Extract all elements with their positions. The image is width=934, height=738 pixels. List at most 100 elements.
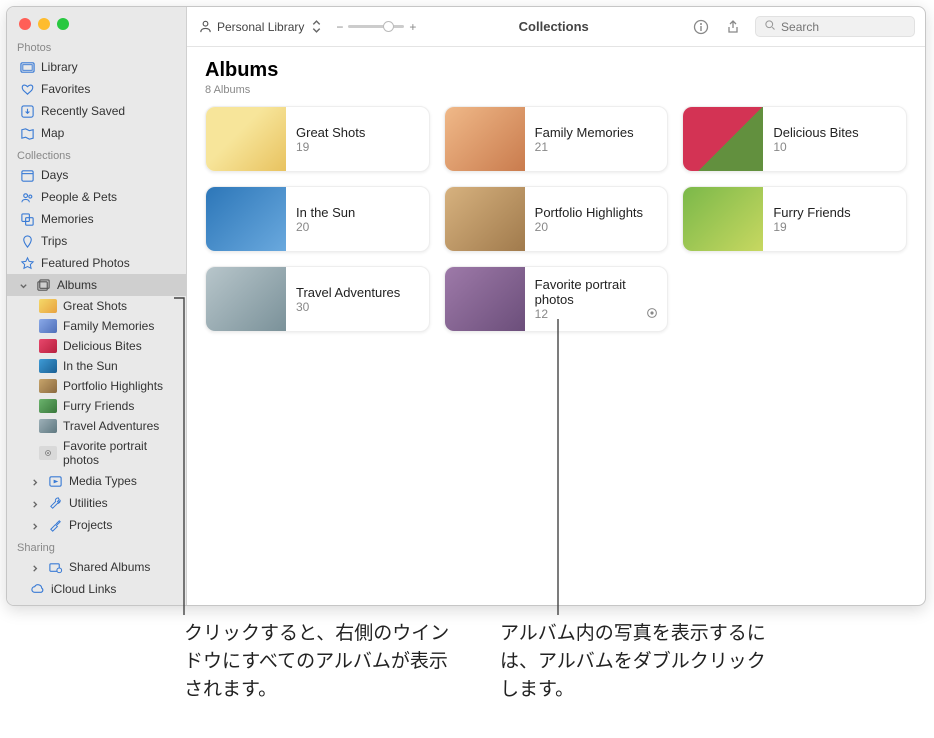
sidebar-item-label: iCloud Links xyxy=(51,582,116,596)
album-count: 19 xyxy=(296,140,365,154)
album-name: Family Memories xyxy=(535,125,634,140)
album-cover xyxy=(206,186,286,252)
sidebar-album-in-the-sun[interactable]: In the Sun xyxy=(7,356,186,376)
star-icon xyxy=(19,255,35,271)
zoom-slider[interactable]: − + xyxy=(336,20,416,34)
share-button[interactable] xyxy=(723,17,743,37)
sidebar-item-media-types[interactable]: Media Types xyxy=(7,470,186,492)
chevron-right-icon xyxy=(31,476,41,486)
sidebar-album-furry-friends[interactable]: Furry Friends xyxy=(7,396,186,416)
zoom-in-label: + xyxy=(409,20,416,34)
pin-icon xyxy=(19,233,35,249)
chevron-right-icon xyxy=(31,562,41,572)
window-controls xyxy=(7,7,186,36)
album-name: Travel Adventures xyxy=(296,285,400,300)
chevron-right-icon xyxy=(31,498,41,508)
gear-icon xyxy=(39,446,57,460)
album-cover xyxy=(445,106,525,172)
library-name: Personal Library xyxy=(217,20,304,34)
sidebar-album-portfolio-highlights[interactable]: Portfolio Highlights xyxy=(7,376,186,396)
gear-icon xyxy=(645,306,659,325)
album-card[interactable]: In the Sun20 xyxy=(205,186,430,252)
album-thumbnail xyxy=(39,419,57,433)
sidebar: Photos Library Favorites Recently Saved … xyxy=(7,7,187,605)
album-thumbnail xyxy=(39,379,57,393)
library-dropdown[interactable]: Personal Library xyxy=(197,19,324,35)
sidebar-item-label: Delicious Bites xyxy=(63,339,142,353)
calendar-icon xyxy=(19,167,35,183)
album-cover xyxy=(445,186,525,252)
library-icon xyxy=(19,59,35,75)
sidebar-item-people-pets[interactable]: People & Pets xyxy=(7,186,186,208)
album-name: In the Sun xyxy=(296,205,355,220)
close-window-button[interactable] xyxy=(19,18,31,30)
slider-track[interactable] xyxy=(348,25,404,28)
media-icon xyxy=(47,473,63,489)
download-icon xyxy=(19,103,35,119)
album-cover xyxy=(206,106,286,172)
album-thumbnail xyxy=(39,299,57,313)
album-card[interactable]: Portfolio Highlights20 xyxy=(444,186,669,252)
sidebar-item-projects[interactable]: Projects xyxy=(7,514,186,536)
sidebar-item-label: Trips xyxy=(41,234,67,248)
sidebar-item-favorites[interactable]: Favorites xyxy=(7,78,186,100)
album-thumbnail xyxy=(39,399,57,413)
people-icon xyxy=(19,189,35,205)
minimize-window-button[interactable] xyxy=(38,18,50,30)
photos-app-window: Photos Library Favorites Recently Saved … xyxy=(6,6,926,606)
content-area: Albums 8 Albums Great Shots19 Family Mem… xyxy=(187,47,925,605)
sidebar-item-utilities[interactable]: Utilities xyxy=(7,492,186,514)
sidebar-item-label: Favorite portrait photos xyxy=(63,439,178,467)
album-card[interactable]: Favorite portrait photos12 xyxy=(444,266,669,332)
sidebar-item-icloud-links[interactable]: iCloud Links xyxy=(7,578,186,600)
sidebar-album-travel-adventures[interactable]: Travel Adventures xyxy=(7,416,186,436)
sidebar-item-trips[interactable]: Trips xyxy=(7,230,186,252)
toolbar: Personal Library − + Collections xyxy=(187,7,925,47)
shared-icon xyxy=(47,559,63,575)
fullscreen-window-button[interactable] xyxy=(57,18,69,30)
sidebar-item-label: Library xyxy=(41,60,78,74)
album-name: Portfolio Highlights xyxy=(535,205,643,220)
album-card[interactable]: Great Shots19 xyxy=(205,106,430,172)
info-button[interactable] xyxy=(691,17,711,37)
memories-icon xyxy=(19,211,35,227)
sidebar-item-shared-albums[interactable]: Shared Albums xyxy=(7,556,186,578)
search-icon xyxy=(764,19,776,34)
sidebar-album-delicious-bites[interactable]: Delicious Bites xyxy=(7,336,186,356)
sidebar-item-label: Projects xyxy=(69,518,112,532)
sidebar-item-days[interactable]: Days xyxy=(7,164,186,186)
album-card[interactable]: Furry Friends19 xyxy=(682,186,907,252)
sidebar-item-label: Travel Adventures xyxy=(63,419,159,433)
album-card[interactable]: Delicious Bites10 xyxy=(682,106,907,172)
sidebar-album-great-shots[interactable]: Great Shots xyxy=(7,296,186,316)
sidebar-item-label: Shared Albums xyxy=(69,560,150,574)
search-input[interactable] xyxy=(781,20,906,34)
sidebar-item-library[interactable]: Library xyxy=(7,56,186,78)
sidebar-item-map[interactable]: Map xyxy=(7,122,186,144)
sidebar-album-family-memories[interactable]: Family Memories xyxy=(7,316,186,336)
sidebar-item-recently-saved[interactable]: Recently Saved xyxy=(7,100,186,122)
sidebar-item-memories[interactable]: Memories xyxy=(7,208,186,230)
callout-right: アルバム内の写真を表示するには、アルバムをダブルクリックします。 xyxy=(500,620,780,704)
album-thumbnail xyxy=(39,319,57,333)
sidebar-item-albums[interactable]: Albums xyxy=(7,274,186,296)
album-count: 19 xyxy=(773,220,850,234)
sidebar-item-featured-photos[interactable]: Featured Photos xyxy=(7,252,186,274)
updown-icon xyxy=(308,19,324,35)
main-panel: Personal Library − + Collections Albums … xyxy=(187,7,925,605)
album-cover xyxy=(683,106,763,172)
album-card[interactable]: Travel Adventures30 xyxy=(205,266,430,332)
album-card[interactable]: Family Memories21 xyxy=(444,106,669,172)
page-subtitle: 8 Albums xyxy=(205,84,907,96)
sidebar-item-label: Great Shots xyxy=(63,299,127,313)
sidebar-album-favorite-portrait[interactable]: Favorite portrait photos xyxy=(7,436,186,470)
search-field[interactable] xyxy=(755,16,915,37)
slider-knob[interactable] xyxy=(383,21,394,32)
album-count: 21 xyxy=(535,140,634,154)
sidebar-item-label: Memories xyxy=(41,212,94,226)
sidebar-item-label: Favorites xyxy=(41,82,90,96)
sidebar-item-label: In the Sun xyxy=(63,359,118,373)
callout-left: クリックすると、右側のウインドウにすべてのアルバムが表示されます。 xyxy=(184,620,464,704)
sidebar-item-label: Utilities xyxy=(69,496,108,510)
sidebar-item-label: Furry Friends xyxy=(63,399,134,413)
